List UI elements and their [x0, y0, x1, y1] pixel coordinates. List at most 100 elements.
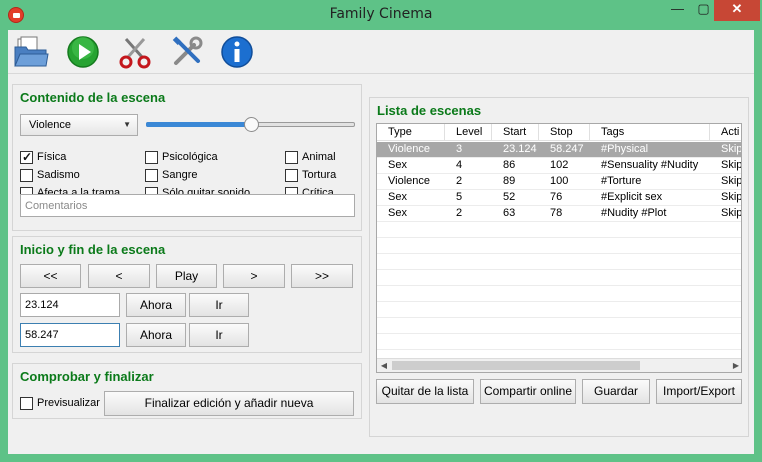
scene-range-group: Inicio y fin de la escena << < Play > >>… — [12, 236, 362, 353]
tools-icon — [172, 36, 203, 65]
scroll-left-icon[interactable]: ◀ — [377, 359, 391, 372]
checkbox-box[interactable] — [285, 169, 298, 182]
table-row[interactable]: Sex 5 52 76 #Explicit sex Skip — [377, 190, 742, 206]
cell-level: 2 — [456, 175, 463, 187]
cell-stop: 58.247 — [550, 143, 584, 155]
scrollbar-thumb[interactable] — [392, 361, 640, 370]
cell-action: Skip — [721, 191, 742, 203]
column-header-stop[interactable]: Stop — [539, 124, 590, 141]
scene-table[interactable]: Type Level Start Stop Tags Acti Violence 3 23.1… — [376, 123, 742, 373]
stop-go-button[interactable]: Ir — [189, 323, 249, 347]
checkbox-box[interactable] — [20, 150, 33, 164]
cell-action: Skip — [721, 175, 742, 187]
checkbox-sadismo[interactable]: Sadismo — [20, 168, 140, 184]
column-header-type[interactable]: Type — [377, 124, 445, 141]
cell-stop: 76 — [550, 191, 563, 203]
table-row[interactable]: Violence 2 89 100 #Torture Skip — [377, 174, 742, 190]
rewind-button[interactable]: < — [88, 264, 150, 288]
table-row — [377, 318, 741, 334]
cell-type: Sex — [388, 207, 407, 219]
play-toolbar-button[interactable] — [64, 33, 102, 71]
cut-button[interactable] — [116, 33, 154, 71]
checkbox-label: Animal — [302, 151, 336, 163]
group-title: Lista de escenas — [377, 103, 482, 118]
open-file-button[interactable] — [12, 33, 50, 71]
checkbox-fisica[interactable]: Física — [20, 150, 140, 166]
table-row — [377, 222, 741, 238]
forward-fast-button[interactable]: >> — [291, 264, 353, 288]
rewind-fast-button[interactable]: << — [20, 264, 81, 288]
cell-start: 89 — [503, 175, 516, 187]
checkbox-box[interactable] — [145, 169, 158, 182]
title-bar: Family Cinema — ▢ ✕ — [0, 0, 762, 30]
checkbox-box[interactable] — [145, 151, 158, 164]
toolbar — [8, 30, 754, 74]
import-export-button[interactable]: Import/Export — [656, 379, 742, 404]
checkbox-label: Tortura — [302, 169, 337, 181]
cell-type: Sex — [388, 191, 407, 203]
column-header-level[interactable]: Level — [445, 124, 492, 141]
cell-start: 63 — [503, 207, 516, 219]
group-title: Comprobar y finalizar — [20, 369, 154, 384]
play-button[interactable]: Play — [156, 264, 217, 288]
checkbox-psicologica[interactable]: Psicológica — [145, 150, 265, 166]
cell-stop: 100 — [550, 175, 569, 187]
stop-time-field[interactable]: 58.247 — [20, 323, 120, 347]
column-header-start[interactable]: Start — [492, 124, 539, 141]
stop-now-button[interactable]: Ahora — [126, 323, 186, 347]
slider-fill — [146, 122, 251, 127]
scroll-right-icon[interactable]: ▶ — [729, 359, 741, 372]
cell-type: Violence — [388, 143, 430, 155]
comments-placeholder: Comentarios — [25, 200, 88, 212]
minimize-button[interactable]: — — [664, 0, 691, 21]
level-slider[interactable] — [146, 117, 355, 132]
save-button[interactable]: Guardar — [582, 379, 650, 404]
cell-level: 4 — [456, 159, 463, 171]
cell-action: Skip — [721, 207, 742, 219]
cell-tags: #Sensuality #Nudity — [601, 159, 699, 171]
maximize-button[interactable]: ▢ — [690, 0, 717, 21]
forward-button[interactable]: > — [223, 264, 285, 288]
checkbox-sangre[interactable]: Sangre — [145, 168, 265, 184]
horizontal-scrollbar[interactable]: ◀ ▶ — [377, 358, 741, 372]
scene-type-select[interactable]: Violence ▼ — [20, 114, 138, 136]
settings-button[interactable] — [168, 33, 206, 71]
finish-add-new-button[interactable]: Finalizar edición y añadir nueva — [104, 391, 354, 416]
scissors-icon — [119, 38, 151, 69]
info-button[interactable] — [218, 33, 256, 71]
column-header-acti[interactable]: Acti — [710, 124, 741, 141]
table-row — [377, 334, 741, 350]
cell-type: Violence — [388, 175, 430, 187]
cell-tags: #Explicit sex — [601, 191, 663, 203]
start-go-button[interactable]: Ir — [189, 293, 249, 317]
table-row[interactable]: Sex 2 63 78 #Nudity #Plot Skip — [377, 206, 742, 222]
table-row[interactable]: Sex 4 86 102 #Sensuality #Nudity Skip — [377, 158, 741, 174]
cell-action: Skip — [721, 143, 742, 155]
checkbox-box[interactable] — [285, 151, 298, 164]
table-row — [377, 286, 741, 302]
table-row — [377, 238, 741, 254]
start-now-button[interactable]: Ahora — [126, 293, 186, 317]
cell-start: 52 — [503, 191, 516, 203]
column-header-tags[interactable]: Tags — [590, 124, 710, 141]
folder-open-icon — [14, 36, 49, 67]
cell-tags: #Physical — [601, 143, 649, 155]
slider-handle[interactable] — [243, 117, 259, 132]
cell-level: 3 — [456, 143, 463, 155]
cell-type: Sex — [388, 159, 407, 171]
chevron-down-icon: ▼ — [123, 120, 131, 129]
checkbox-box[interactable] — [20, 397, 33, 410]
group-title: Contenido de la escena — [20, 90, 166, 105]
checkbox-box[interactable] — [20, 169, 33, 182]
remove-from-list-button[interactable]: Quitar de la lista — [376, 379, 474, 404]
cell-stop: 78 — [550, 207, 563, 219]
close-button[interactable]: ✕ — [714, 0, 760, 21]
preview-checkbox[interactable]: Previsualizar — [20, 396, 105, 412]
start-time-field[interactable]: 23.124 — [20, 293, 120, 317]
share-online-button[interactable]: Compartir online — [480, 379, 576, 404]
table-row[interactable]: Violence 3 23.124 58.247 #Physical Skip — [377, 142, 742, 158]
table-row — [377, 270, 741, 286]
comments-field[interactable]: Comentarios — [20, 194, 355, 217]
cell-tags: #Torture — [601, 175, 642, 187]
table-header: Type Level Start Stop Tags Acti — [377, 124, 741, 141]
